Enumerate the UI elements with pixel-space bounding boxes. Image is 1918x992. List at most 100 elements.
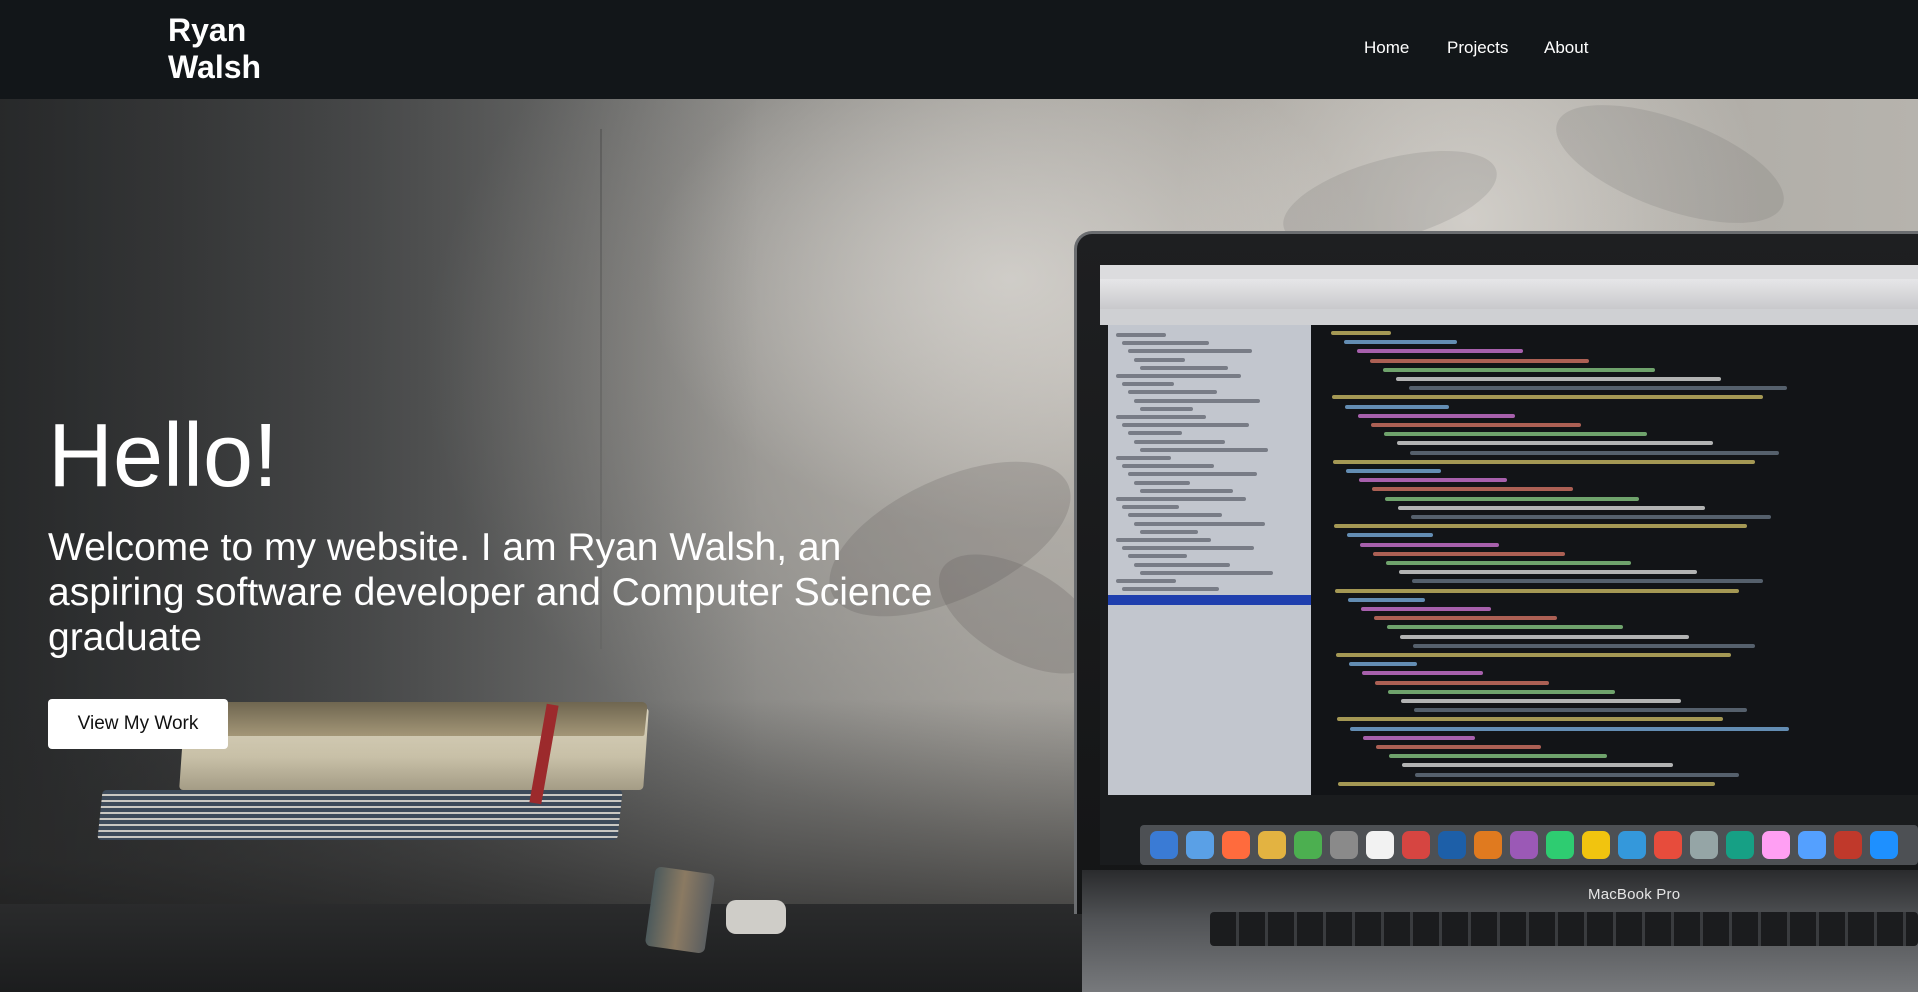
code-line — [1410, 450, 1779, 455]
ide-file-tree-row — [1134, 480, 1190, 485]
code-line — [1332, 395, 1763, 400]
mac-menubar — [1100, 265, 1918, 279]
ide-file-tree-row — [1116, 415, 1206, 419]
ide-file-tree-row — [1116, 456, 1171, 460]
ide-file-tree-row — [1134, 562, 1230, 567]
ide-file-selected — [1108, 595, 1311, 605]
ide-file-tree-row — [1140, 406, 1193, 411]
code-line — [1370, 358, 1589, 363]
nav-link-about[interactable]: About — [1544, 37, 1588, 59]
site-brand[interactable]: Ryan Walsh — [168, 12, 308, 86]
code-line — [1337, 717, 1723, 722]
ide-toolbar — [1100, 279, 1918, 309]
code-line — [1372, 487, 1573, 492]
ide-file-tree-row — [1140, 488, 1233, 493]
code-line — [1360, 542, 1499, 547]
ide-file-tree-row — [1140, 529, 1198, 534]
dock-app-icon — [1258, 831, 1286, 859]
code-line — [1396, 377, 1721, 381]
code-line — [1409, 386, 1787, 391]
ide-file-tree-row — [1122, 587, 1219, 592]
code-line — [1333, 459, 1755, 464]
code-line — [1386, 561, 1631, 565]
code-line — [1350, 726, 1789, 731]
dock-app-icon — [1510, 831, 1538, 859]
dock-app-icon — [1870, 831, 1898, 859]
dock-app-icon — [1402, 831, 1430, 859]
code-line — [1400, 634, 1689, 639]
code-line — [1336, 653, 1731, 657]
ide-file-tree-row — [1116, 374, 1241, 378]
code-line — [1363, 735, 1475, 740]
dock-app-icon — [1798, 831, 1826, 859]
ide-file-tree-row — [1116, 333, 1166, 337]
ide-file-tree-row — [1140, 570, 1273, 575]
code-line — [1388, 689, 1615, 694]
dock-app-icon — [1690, 831, 1718, 859]
code-line — [1385, 496, 1639, 501]
book-stack — [97, 790, 623, 840]
code-line — [1373, 551, 1565, 556]
code-line — [1397, 441, 1713, 446]
code-line — [1357, 349, 1523, 354]
code-line — [1347, 533, 1433, 538]
code-line — [1413, 643, 1755, 648]
ide-code-editor — [1311, 325, 1918, 795]
code-line — [1362, 671, 1483, 676]
mac-dock — [1140, 825, 1918, 865]
code-line — [1415, 772, 1739, 777]
code-line — [1345, 404, 1449, 409]
ide-file-tree-row — [1128, 472, 1257, 477]
code-line — [1338, 781, 1715, 786]
ide-file-tree-row — [1128, 431, 1182, 436]
dock-app-icon — [1186, 831, 1214, 859]
ide-file-tree-row — [1122, 382, 1174, 387]
code-line — [1414, 708, 1747, 713]
laptop-keyboard — [1210, 912, 1918, 946]
code-line — [1375, 680, 1549, 685]
code-line — [1398, 505, 1705, 510]
pencils — [644, 866, 716, 954]
ide-file-tree-row — [1134, 357, 1185, 362]
dock-app-icon — [1474, 831, 1502, 859]
code-line — [1359, 478, 1507, 483]
code-line — [1371, 423, 1581, 427]
hero-title: Hello! — [48, 406, 279, 506]
ide-file-tree-row — [1116, 497, 1246, 501]
dock-app-icon — [1546, 831, 1574, 859]
dock-app-icon — [1222, 831, 1250, 859]
code-line — [1331, 331, 1391, 335]
dock-app-icon — [1294, 831, 1322, 859]
code-line — [1348, 597, 1425, 602]
hero-subtitle: Welcome to my website. I am Ryan Walsh, … — [48, 526, 933, 659]
ide-file-tree-row — [1122, 546, 1254, 551]
dock-app-icon — [1834, 831, 1862, 859]
code-line — [1401, 699, 1681, 703]
code-line — [1334, 524, 1747, 529]
ide-file-tree-row — [1122, 464, 1214, 469]
code-line — [1411, 515, 1771, 519]
code-line — [1387, 625, 1623, 630]
top-navbar: Ryan Walsh Home Projects About — [0, 0, 1918, 99]
eraser — [726, 900, 786, 934]
ide-file-tree-row — [1122, 423, 1249, 428]
code-line — [1349, 662, 1417, 667]
view-my-work-button[interactable]: View My Work — [48, 699, 228, 749]
ide-file-tree-row — [1122, 341, 1209, 346]
code-line — [1335, 588, 1739, 593]
ide-file-tree-row — [1134, 521, 1265, 526]
notebook-cover — [194, 702, 648, 736]
ide-file-tree-row — [1128, 554, 1187, 559]
dock-app-icon — [1330, 831, 1358, 859]
dock-app-icon — [1618, 831, 1646, 859]
ide-file-tree-row — [1134, 439, 1225, 444]
ide-file-tree-row — [1140, 447, 1268, 452]
nav-link-home[interactable]: Home — [1364, 37, 1409, 59]
code-line — [1358, 413, 1515, 418]
code-line — [1399, 570, 1697, 575]
nav-link-projects[interactable]: Projects — [1447, 37, 1508, 59]
dock-app-icon — [1366, 831, 1394, 859]
ide-tabs — [1100, 309, 1918, 325]
code-line — [1389, 754, 1607, 759]
ide-file-tree-row — [1128, 349, 1252, 354]
